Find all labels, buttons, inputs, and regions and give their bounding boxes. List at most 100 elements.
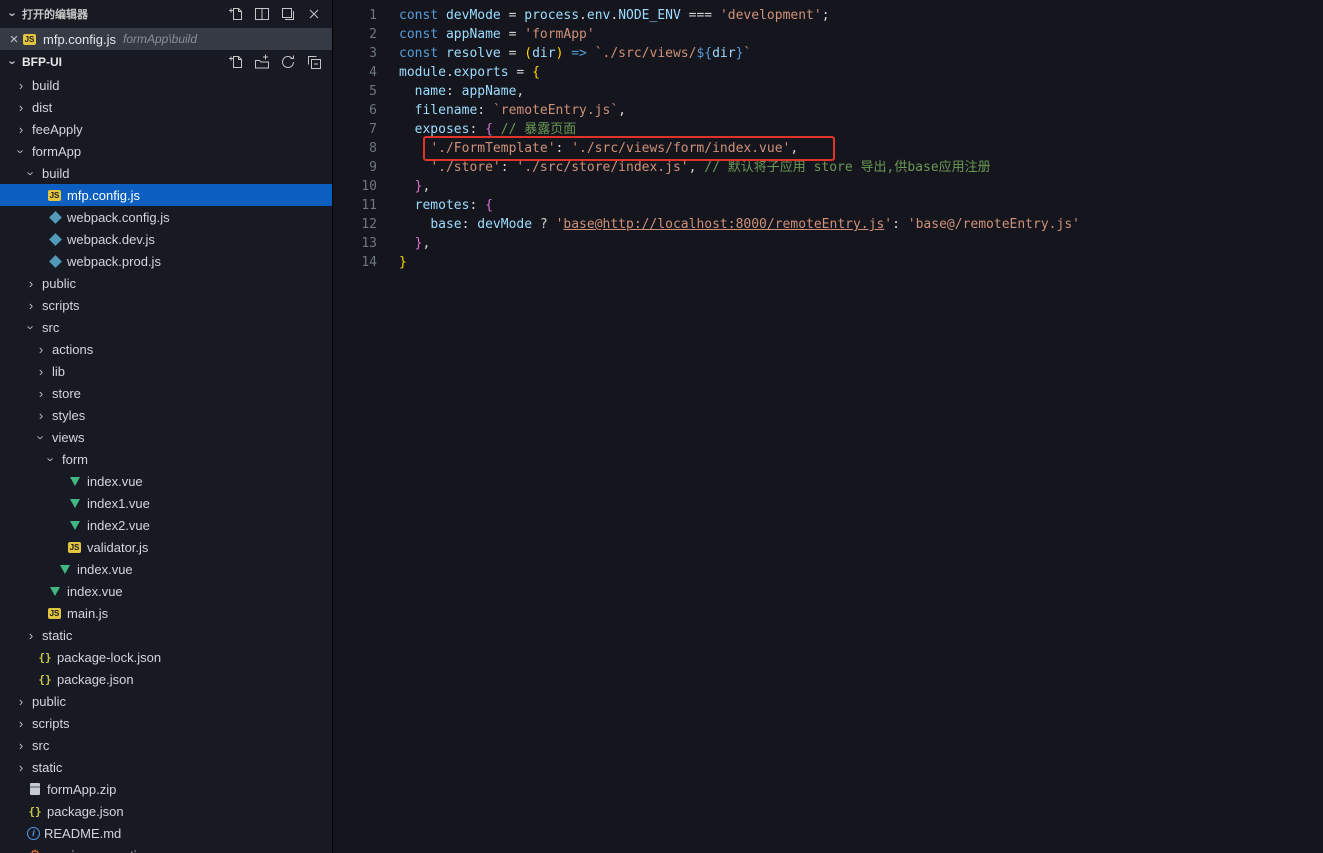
file-tree: ›build›dist›feeApply›formApp›buildJSmfp.…: [0, 74, 332, 853]
tree-item-webpack.dev.js[interactable]: webpack.dev.js: [0, 228, 332, 250]
tree-item-index.vue[interactable]: index.vue: [0, 558, 332, 580]
new-folder-icon[interactable]: [253, 54, 270, 71]
tree-item-package-lock.json[interactable]: {}package-lock.json: [0, 646, 332, 668]
close-icon[interactable]: ×: [6, 31, 22, 48]
tree-item-store[interactable]: ›store: [0, 382, 332, 404]
code-line-3[interactable]: 3const resolve = (dir) => `./src/views/$…: [333, 44, 1323, 63]
tree-item-build[interactable]: ›build: [0, 74, 332, 96]
tree-item-label: index1.vue: [87, 496, 150, 511]
tree-item-formApp.zip[interactable]: formApp.zip: [0, 778, 332, 800]
code-line-13[interactable]: 13 },: [333, 234, 1323, 253]
code-line-6[interactable]: 6 filename: `remoteEntry.js`,: [333, 101, 1323, 120]
tree-item-mfp.config.js[interactable]: JSmfp.config.js: [0, 184, 332, 206]
tree-item-actions[interactable]: ›actions: [0, 338, 332, 360]
info-icon: i: [27, 827, 40, 840]
tree-item-label: static: [42, 628, 72, 643]
tree-item-form[interactable]: ›form: [0, 448, 332, 470]
tree-item-label: static: [32, 760, 62, 775]
code-line-14[interactable]: 14}: [333, 253, 1323, 272]
tree-item-dist[interactable]: ›dist: [0, 96, 332, 118]
tree-item-scripts[interactable]: ›scripts: [0, 294, 332, 316]
collapse-folders-icon[interactable]: [305, 54, 322, 71]
code-line-text: './store': './src/store/index.js', // 默认…: [399, 158, 991, 177]
tree-item-styles[interactable]: ›styles: [0, 404, 332, 426]
tree-item-version.properties[interactable]: ⚙version.properties: [0, 844, 332, 853]
tree-item-index2.vue[interactable]: index2.vue: [0, 514, 332, 536]
code-line-8[interactable]: 8 './FormTemplate': './src/views/form/in…: [333, 139, 1323, 158]
tree-item-build[interactable]: ›build: [0, 162, 332, 184]
code-line-12[interactable]: 12 base: devMode ? 'base@http://localhos…: [333, 215, 1323, 234]
tree-item-label: scripts: [42, 298, 80, 313]
tree-item-src[interactable]: ›src: [0, 734, 332, 756]
tree-item-src[interactable]: ›src: [0, 316, 332, 338]
open-editor-item[interactable]: × JS mfp.config.js formApp\build: [0, 28, 332, 50]
folder-chevron-icon: ›: [14, 738, 28, 753]
js-file-icon: JS: [48, 608, 61, 619]
tree-item-public[interactable]: ›public: [0, 690, 332, 712]
new-untitled-file-icon[interactable]: [227, 6, 244, 23]
line-number: 9: [333, 158, 377, 177]
code-line-5[interactable]: 5 name: appName,: [333, 82, 1323, 101]
code-editor[interactable]: 1const devMode = process.env.NODE_ENV ==…: [333, 0, 1323, 853]
line-number: 11: [333, 196, 377, 215]
tree-item-views[interactable]: ›views: [0, 426, 332, 448]
code-line-11[interactable]: 11 remotes: {: [333, 196, 1323, 215]
project-expand-chevron-icon: ›: [6, 55, 21, 69]
code-line-10[interactable]: 10 },: [333, 177, 1323, 196]
tree-item-package.json[interactable]: {}package.json: [0, 800, 332, 822]
explorer-sidebar: › 打开的编辑器 × JS mfp.config.js formApp\buil…: [0, 0, 333, 853]
tree-item-validator.js[interactable]: JSvalidator.js: [0, 536, 332, 558]
tree-item-feeApply[interactable]: › feeApply: [0, 118, 332, 140]
tree-item-lib[interactable]: ›lib: [0, 360, 332, 382]
project-root-name: BFP-UI: [22, 55, 62, 69]
open-editor-filename: mfp.config.js: [43, 32, 116, 47]
tree-item-index.vue[interactable]: index.vue: [0, 580, 332, 602]
tree-item-webpack.prod.js[interactable]: webpack.prod.js: [0, 250, 332, 272]
save-all-icon[interactable]: [279, 6, 296, 23]
tree-item-label: build: [42, 166, 69, 181]
webpack-icon: [47, 254, 63, 268]
zip-icon: [27, 782, 43, 796]
code-line-4[interactable]: 4module.exports = {: [333, 63, 1323, 82]
project-root-header[interactable]: › BFP-UI: [0, 50, 332, 74]
new-file-icon[interactable]: [227, 54, 244, 71]
code-line-text: './FormTemplate': './src/views/form/inde…: [399, 139, 798, 158]
tree-item-label: public: [42, 276, 76, 291]
tree-item-label: styles: [52, 408, 85, 423]
json-icon: {}: [27, 804, 43, 818]
code-line-7[interactable]: 7 exposes: { // 暴露页面: [333, 120, 1323, 139]
close-all-editors-icon[interactable]: [305, 6, 322, 23]
open-editors-title: 打开的编辑器: [22, 6, 88, 22]
tree-item-README.md[interactable]: iREADME.md: [0, 822, 332, 844]
code-line-2[interactable]: 2const appName = 'formApp': [333, 25, 1323, 44]
tree-item-index1.vue[interactable]: index1.vue: [0, 492, 332, 514]
tree-item-formApp[interactable]: ›formApp: [0, 140, 332, 162]
tree-item-public[interactable]: ›public: [0, 272, 332, 294]
tree-item-label: feeApply: [32, 122, 83, 137]
refresh-explorer-icon[interactable]: [279, 54, 296, 71]
tree-item-label: webpack.dev.js: [67, 232, 155, 247]
vue-icon: [47, 584, 63, 598]
tree-item-static[interactable]: ›static: [0, 756, 332, 778]
tree-item-package.json[interactable]: {}package.json: [0, 668, 332, 690]
tree-item-index.vue[interactable]: index.vue: [0, 470, 332, 492]
tree-item-webpack.config.js[interactable]: webpack.config.js: [0, 206, 332, 228]
code-line-text: const devMode = process.env.NODE_ENV ===…: [399, 6, 830, 25]
tree-item-label: index.vue: [87, 474, 143, 489]
folder-chevron-icon: ›: [14, 122, 28, 137]
tree-item-label: store: [52, 386, 81, 401]
open-editors-header[interactable]: › 打开的编辑器: [0, 0, 332, 28]
explorer-actions: [227, 54, 322, 71]
code-area: 1const devMode = process.env.NODE_ENV ==…: [333, 6, 1323, 272]
tree-item-label: mfp.config.js: [67, 188, 140, 203]
code-line-1[interactable]: 1const devMode = process.env.NODE_ENV ==…: [333, 6, 1323, 25]
line-number: 10: [333, 177, 377, 196]
code-line-9[interactable]: 9 './store': './src/store/index.js', // …: [333, 158, 1323, 177]
tree-item-label: index.vue: [77, 562, 133, 577]
tree-item-scripts[interactable]: ›scripts: [0, 712, 332, 734]
folder-chevron-icon: ›: [34, 342, 48, 357]
tree-item-main.js[interactable]: JSmain.js: [0, 602, 332, 624]
open-editor-path: formApp\build: [123, 32, 197, 46]
editor-layout-icon[interactable]: [253, 6, 270, 23]
tree-item-static[interactable]: ›static: [0, 624, 332, 646]
